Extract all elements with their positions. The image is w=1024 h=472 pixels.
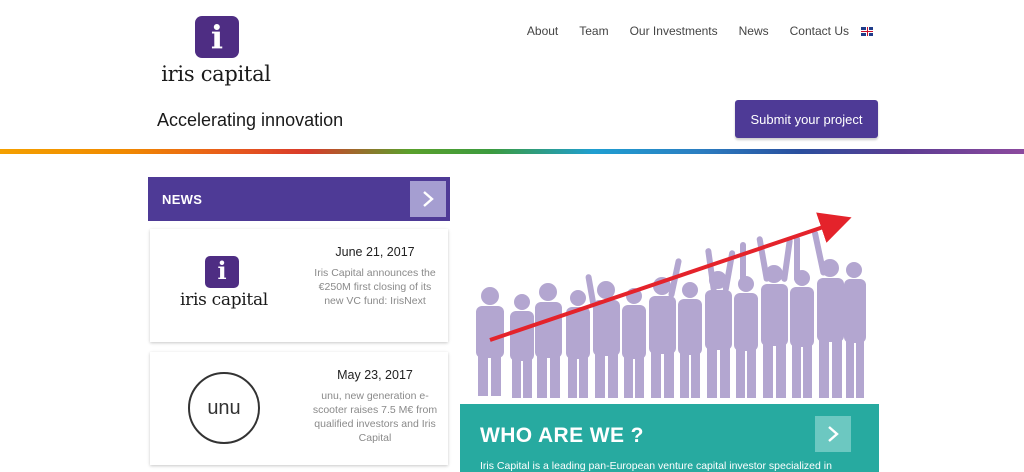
who-are-we-panel: WHO ARE WE ? Iris Capital is a leading p… xyxy=(460,404,879,472)
news-arrow-button[interactable] xyxy=(410,181,446,217)
news-date: June 21, 2017 xyxy=(335,245,415,259)
news-card[interactable]: i iris capital June 21, 2017 Iris Capita… xyxy=(150,229,448,342)
news-header: NEWS xyxy=(148,177,450,221)
news-title: NEWS xyxy=(162,192,203,207)
logo-glyph: i xyxy=(210,18,224,56)
news-card[interactable]: unu May 23, 2017 unu, new generation e-s… xyxy=(150,352,448,465)
uk-flag-icon[interactable] xyxy=(861,26,873,36)
tagline: Accelerating innovation xyxy=(157,110,344,130)
person-silhouette xyxy=(476,287,504,396)
nav-about[interactable]: About xyxy=(527,24,558,38)
chevron-right-icon xyxy=(423,191,434,207)
logo-text: iris capital xyxy=(161,62,271,86)
nav-contact-us[interactable]: Contact Us xyxy=(790,24,849,38)
news-text[interactable]: unu, new generation e-scooter raises 7.5… xyxy=(310,389,440,445)
logo-glyph: i xyxy=(217,256,227,285)
logo-mark: i xyxy=(205,256,239,288)
submit-project-button[interactable]: Submit your project xyxy=(735,100,878,138)
iris-capital-thumbnail: i iris capital xyxy=(174,249,274,319)
nav-team[interactable]: Team xyxy=(579,24,608,38)
chevron-right-icon xyxy=(828,426,839,442)
iris-capital-logo[interactable]: i iris capital xyxy=(160,14,272,90)
hero-illustration xyxy=(460,178,880,406)
who-arrow-button[interactable] xyxy=(815,416,851,452)
logo-mark: i xyxy=(195,16,239,58)
unu-thumbnail: unu xyxy=(174,372,274,444)
rainbow-divider xyxy=(0,149,1024,154)
nav-our-investments[interactable]: Our Investments xyxy=(630,24,718,38)
who-title: WHO ARE WE ? xyxy=(480,424,644,447)
who-description: Iris Capital is a leading pan-European v… xyxy=(480,460,832,472)
main-nav: About Team Our Investments News Contact … xyxy=(506,24,873,38)
news-date: May 23, 2017 xyxy=(337,368,413,382)
news-text[interactable]: Iris Capital announces the €250M first c… xyxy=(310,266,440,308)
crowd-silhouette-illustration xyxy=(476,212,866,398)
unu-logo: unu xyxy=(188,372,260,444)
logo-text: iris capital xyxy=(180,290,268,310)
nav-news[interactable]: News xyxy=(739,24,769,38)
